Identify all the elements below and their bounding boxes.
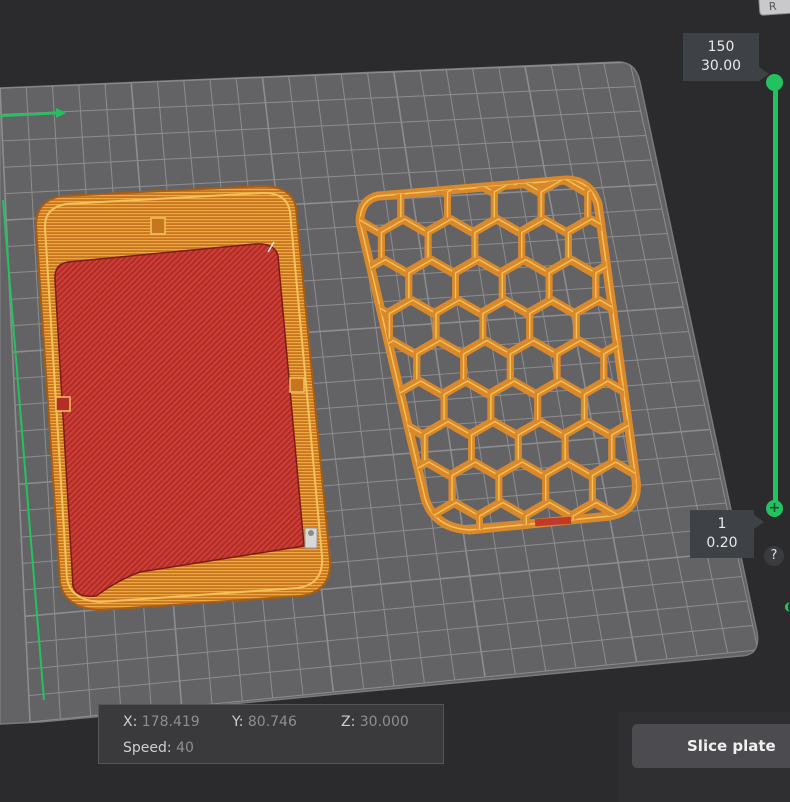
layer-slider-rail[interactable] [773,82,778,510]
side-slider-edge[interactable] [785,602,790,612]
layer-bottom-height: 0.20 [706,535,738,551]
y-coordinate: Y: 80.746 [232,714,297,730]
layer-slider-bottom-handle[interactable]: + [766,500,783,517]
3d-viewport[interactable] [0,0,790,790]
box-floor [54,243,305,598]
coordinate-info-panel: X: 178.419 Y: 80.746 Z: 30.000 Speed: 40 [98,704,444,764]
box-clip-top [150,217,166,235]
box-clip-left [55,396,71,412]
speed-readout: Speed: 40 [123,740,194,756]
help-button[interactable]: ? [764,546,784,566]
x-coordinate: X: 178.419 [123,714,200,730]
layer-top-readout: 150 30.00 [683,33,769,81]
view-tab-button[interactable]: R [758,0,790,16]
object-enclosure-box[interactable] [34,184,332,612]
layer-bottom-number: 1 [717,516,727,532]
slice-plate-button[interactable]: Slice plate [632,724,790,768]
layer-top-height: 30.00 [700,58,742,74]
layer-bottom-readout: 1 0.20 [690,510,764,558]
z-coordinate: Z: 30.000 [341,714,409,730]
box-clip-right [289,377,305,393]
layer-top-number: 150 [707,39,735,55]
